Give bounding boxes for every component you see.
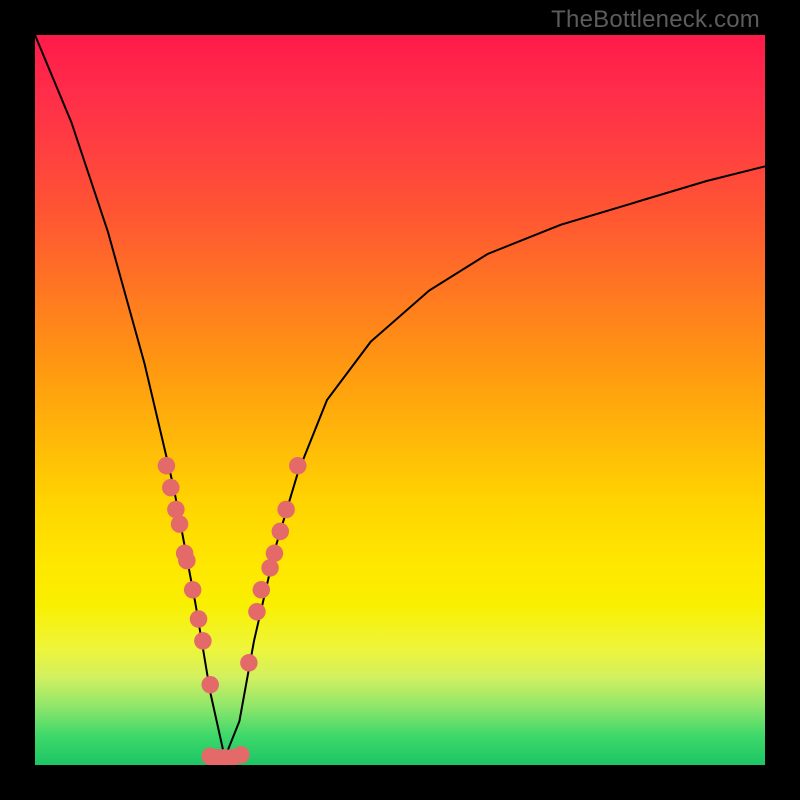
- curve-dot: [277, 501, 295, 519]
- curve-dot: [248, 603, 266, 621]
- curve-dot: [184, 581, 202, 599]
- curve-dot: [167, 501, 185, 519]
- curve-dot: [266, 545, 284, 563]
- curve-dot: [190, 610, 208, 628]
- curve-dot: [162, 479, 180, 497]
- chart-frame: TheBottleneck.com: [0, 0, 800, 800]
- curve-dot: [289, 457, 307, 475]
- curve-dot: [171, 515, 189, 533]
- bottleneck-curve: [35, 35, 765, 758]
- chart-svg: [35, 35, 765, 765]
- curve-dot: [178, 552, 196, 570]
- curve-dot: [240, 654, 258, 672]
- curve-dot: [158, 457, 176, 475]
- curve-dot: [272, 523, 290, 541]
- curve-dot: [201, 676, 219, 694]
- curve-dot: [194, 632, 212, 650]
- plot-area: [35, 35, 765, 765]
- curve-dot: [253, 581, 271, 599]
- curve-markers: [158, 457, 307, 765]
- watermark-text: TheBottleneck.com: [551, 6, 760, 34]
- curve-dot: [232, 746, 250, 764]
